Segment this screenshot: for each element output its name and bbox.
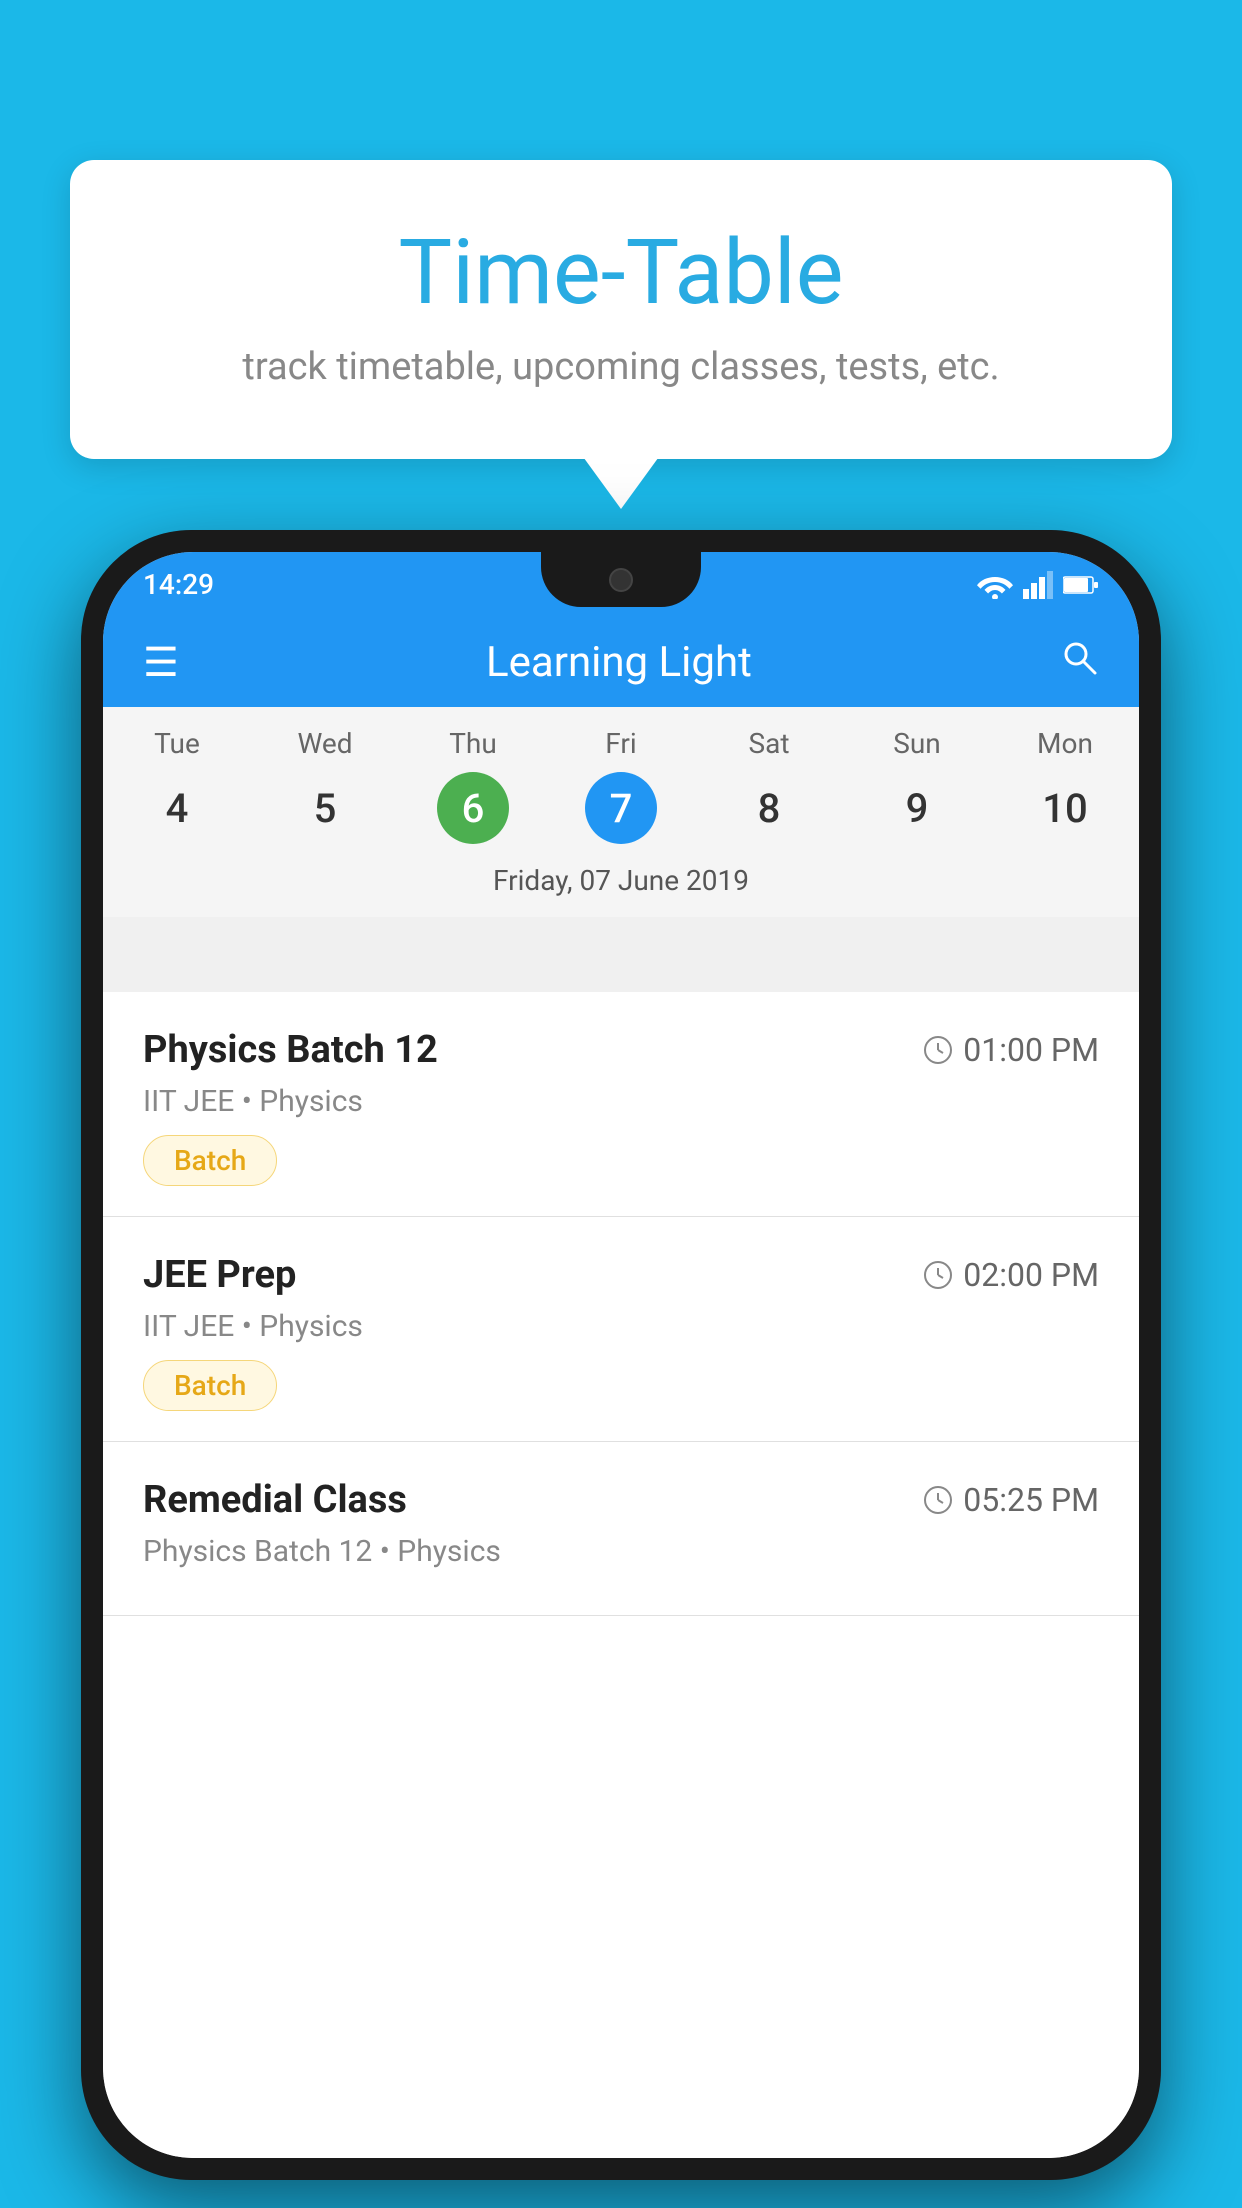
status-time: 14:29 (143, 568, 214, 601)
clock-icon (923, 1035, 953, 1065)
phone-screen: 14:29 (103, 552, 1139, 2158)
calendar-day-col[interactable]: Mon 10 (991, 727, 1139, 844)
batch-tag: Batch (143, 1360, 277, 1411)
schedule-item[interactable]: Remedial Class 05:25 PM Physics Batch 12 •… (103, 1442, 1139, 1616)
day-number[interactable]: 8 (733, 772, 805, 844)
calendar-day-col[interactable]: Fri 7 (547, 727, 695, 844)
status-icons (977, 571, 1099, 599)
schedule-time-value: 05:25 PM (963, 1481, 1099, 1519)
batch-tag: Batch (143, 1135, 277, 1186)
signal-icon (1023, 571, 1053, 599)
search-icon[interactable] (1059, 637, 1099, 687)
day-label: Thu (449, 727, 497, 760)
schedule-item-header: JEE Prep 02:00 PM (143, 1253, 1099, 1297)
day-label: Sat (748, 727, 789, 760)
selected-date-label: Friday, 07 June 2019 (103, 854, 1139, 917)
schedule-item[interactable]: Physics Batch 12 01:00 PM IIT JEE • Physic… (103, 992, 1139, 1217)
app-header: ☰ Learning Light (103, 617, 1139, 707)
calendar-day-col[interactable]: Tue 4 (103, 727, 251, 844)
schedule-name: JEE Prep (143, 1253, 296, 1297)
menu-icon[interactable]: ☰ (143, 639, 179, 686)
wifi-icon (977, 571, 1013, 599)
calendar-section: Tue 4 Wed 5 Thu 6 Fri 7 Sat 8 Sun 9 Mon 10 Friday, 07… (103, 707, 1139, 917)
day-number[interactable]: 4 (141, 772, 213, 844)
day-number[interactable]: 6 (437, 772, 509, 844)
day-label: Fri (605, 727, 636, 760)
schedule-time: 05:25 PM (923, 1481, 1099, 1519)
schedule-list: Physics Batch 12 01:00 PM IIT JEE • Physic… (103, 992, 1139, 2158)
phone-notch (541, 552, 701, 607)
schedule-time: 01:00 PM (923, 1031, 1099, 1069)
day-number[interactable]: 7 (585, 772, 657, 844)
schedule-name: Physics Batch 12 (143, 1028, 438, 1072)
phone-body: 14:29 (81, 530, 1161, 2180)
day-label: Sun (893, 727, 941, 760)
schedule-meta: IIT JEE • Physics (143, 1309, 1099, 1344)
schedule-item-header: Remedial Class 05:25 PM (143, 1478, 1099, 1522)
day-label: Tue (154, 727, 200, 760)
tooltip-title: Time-Table (150, 220, 1092, 325)
tooltip-card: Time-Table track timetable, upcoming cla… (70, 160, 1172, 459)
calendar-day-col[interactable]: Sun 9 (843, 727, 991, 844)
clock-icon (923, 1260, 953, 1290)
calendar-day-col[interactable]: Thu 6 (399, 727, 547, 844)
day-number[interactable]: 10 (1029, 772, 1101, 844)
day-number[interactable]: 9 (881, 772, 953, 844)
tooltip-subtitle: track timetable, upcoming classes, tests… (150, 345, 1092, 389)
schedule-time-value: 01:00 PM (963, 1031, 1099, 1069)
schedule-item[interactable]: JEE Prep 02:00 PM IIT JEE • Physics Batch (103, 1217, 1139, 1442)
schedule-time-value: 02:00 PM (963, 1256, 1099, 1294)
schedule-item-header: Physics Batch 12 01:00 PM (143, 1028, 1099, 1072)
calendar-day-col[interactable]: Sat 8 (695, 727, 843, 844)
schedule-meta: IIT JEE • Physics (143, 1084, 1099, 1119)
clock-icon (923, 1485, 953, 1515)
calendar-days: Tue 4 Wed 5 Thu 6 Fri 7 Sat 8 Sun 9 Mon 10 (103, 707, 1139, 854)
phone-device: 14:29 (81, 530, 1161, 2180)
app-title: Learning Light (486, 638, 752, 687)
schedule-meta: Physics Batch 12 • Physics (143, 1534, 1099, 1569)
schedule-name: Remedial Class (143, 1478, 407, 1522)
day-label: Wed (297, 727, 352, 760)
calendar-day-col[interactable]: Wed 5 (251, 727, 399, 844)
day-label: Mon (1037, 727, 1093, 760)
camera-dot (609, 568, 633, 592)
day-number[interactable]: 5 (289, 772, 361, 844)
schedule-time: 02:00 PM (923, 1256, 1099, 1294)
battery-icon (1063, 575, 1099, 595)
